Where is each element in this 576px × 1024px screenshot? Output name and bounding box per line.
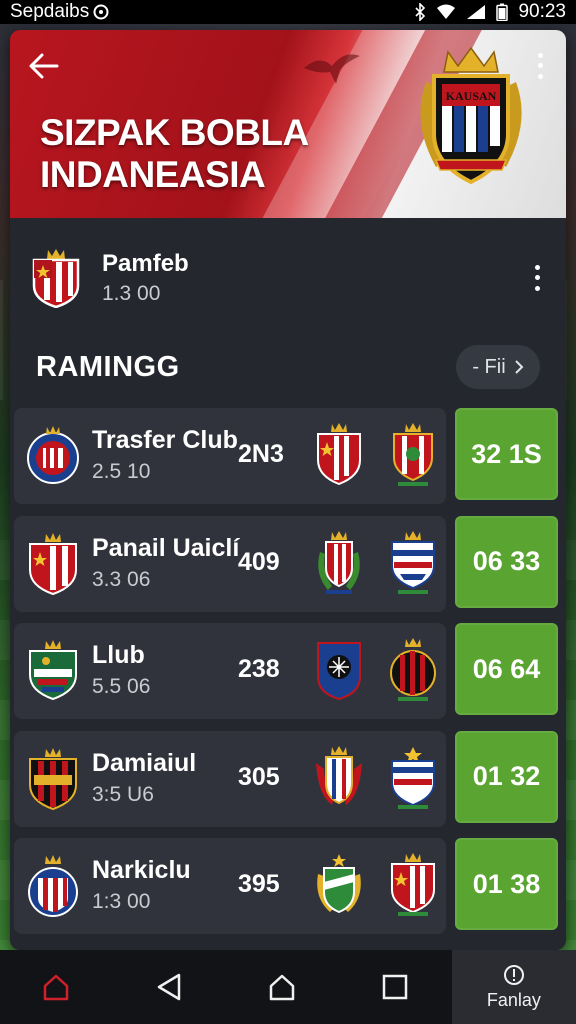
- more-dot-icon: [534, 275, 540, 281]
- square-recents-icon: [383, 974, 408, 1000]
- result-button[interactable]: 32 1S: [455, 408, 558, 500]
- nav-fanlay-button[interactable]: Fanlay: [451, 950, 576, 1024]
- result-button[interactable]: 01 32: [455, 730, 558, 823]
- nav-back-button[interactable]: [113, 950, 226, 1024]
- team-sub: 3:5 U6: [92, 782, 154, 806]
- team-name: Panail Uaiclí: [92, 533, 240, 562]
- featured-item[interactable]: Pamfeb 1.3 00: [10, 228, 566, 328]
- emblem-wing-shield-icon: [316, 745, 362, 805]
- list-item[interactable]: Damiaiul 3:5 U6 305 01 32: [14, 730, 560, 827]
- team-crest-icon: [29, 532, 77, 595]
- list-item[interactable]: Panail Uaiclí 3.3 06 409 06 33: [14, 515, 560, 612]
- home-outline-icon: [270, 974, 295, 1001]
- bottom-navigation: Fanlay: [0, 950, 576, 1024]
- status-app-name: Sepdaibs: [10, 1, 90, 22]
- status-bar: Sepdaibs 90:23: [0, 0, 576, 24]
- nav-home-button[interactable]: [0, 950, 113, 1024]
- hero-banner: SIZPAK BOBLA INDANEASIA KAUSAN: [10, 30, 566, 218]
- nav-recents-button[interactable]: [339, 950, 452, 1024]
- team-crest-icon: [28, 855, 78, 917]
- list-item[interactable]: Narkiclu 1:3 00 395 01 38: [14, 838, 560, 934]
- bird-silhouette-icon: [304, 54, 360, 84]
- result-button[interactable]: 06 64: [455, 623, 558, 715]
- home-icon: [44, 974, 69, 1001]
- more-dot-icon: [534, 286, 540, 292]
- crest-text: KAUSAN: [446, 89, 497, 103]
- team-sub: 2.5 10: [92, 460, 151, 483]
- emblem-navy-shield-icon: [317, 642, 361, 701]
- list-item[interactable]: Trasfer Club 2.5 10 2N3 32 1S: [14, 408, 560, 504]
- bluetooth-icon: [414, 3, 426, 21]
- emblem-red-shield-icon: [317, 423, 361, 486]
- ranking-header: RAMINGG - Fii: [10, 328, 566, 406]
- arrow-left-icon: [29, 53, 59, 79]
- team-score: 395: [238, 870, 280, 898]
- emblem-green-laurel-icon: [317, 854, 361, 914]
- signal-icon: [466, 4, 486, 20]
- nav-fanlay-label: Fanlay: [486, 989, 541, 1010]
- team-sub: 3.3 06: [92, 567, 151, 591]
- page-title: SIZPAK BOBLA INDANEASIA: [40, 112, 340, 196]
- wifi-icon: [436, 4, 456, 20]
- team-score: 409: [238, 547, 280, 576]
- status-time: 90:23: [518, 1, 566, 22]
- team-name: Trasfer Club: [92, 426, 238, 454]
- featured-text: Pamfeb 1.3 00: [102, 250, 189, 306]
- team-name: Narkiclu: [92, 856, 191, 884]
- more-dot-icon: [537, 74, 543, 80]
- filter-label: - Fii: [472, 355, 506, 378]
- team-sub: 5.5 06: [92, 675, 151, 698]
- team-sub: 1:3 00: [92, 890, 151, 913]
- emblem-red-shield-icon: [391, 853, 435, 916]
- filter-button[interactable]: - Fii: [456, 345, 540, 389]
- triangle-back-icon: [158, 973, 181, 1001]
- team-name: Llub: [92, 641, 145, 669]
- status-right: 90:23: [414, 1, 566, 23]
- team-crest-icon: [29, 640, 77, 701]
- team-crest-icon: [29, 747, 77, 810]
- list-item[interactable]: Llub 5.5 06 238 06 64: [14, 623, 560, 719]
- battery-icon: [496, 3, 509, 21]
- page-title-line2: INDANEASIA: [40, 154, 266, 195]
- chevron-right-icon: [514, 360, 524, 374]
- team-name: Damiaiul: [92, 748, 197, 777]
- back-button[interactable]: [26, 48, 62, 84]
- team-score: 2N3: [238, 440, 284, 468]
- emblem-blue-shield-icon: [391, 530, 435, 594]
- featured-name: Pamfeb: [102, 250, 189, 277]
- section-title: RAMINGG: [36, 350, 180, 383]
- team-score: 305: [238, 762, 280, 791]
- featured-sub: 1.3 00: [102, 282, 161, 305]
- page-title-line1: SIZPAK BOBLA: [40, 112, 309, 153]
- info-icon: [503, 964, 524, 985]
- settings-icon: [93, 4, 109, 20]
- ranking-list: Trasfer Club 2.5 10 2N3 32 1S Panail Uai…: [14, 408, 560, 946]
- team-crest-icon: [27, 426, 79, 484]
- featured-more-button[interactable]: [530, 262, 544, 294]
- app-card: SIZPAK BOBLA INDANEASIA KAUSAN Pamfeb 1.…: [10, 30, 566, 950]
- team-crest-icon: [32, 249, 80, 308]
- result-button[interactable]: 01 38: [455, 838, 558, 930]
- more-dot-icon: [537, 63, 543, 69]
- emblem-blue-shield-icon: [391, 746, 435, 809]
- result-button[interactable]: 06 33: [455, 515, 558, 608]
- league-crest-logo: KAUSAN: [420, 46, 522, 185]
- status-left: Sepdaibs: [10, 1, 109, 23]
- nav-system-home-button[interactable]: [226, 950, 339, 1024]
- team-score: 238: [238, 655, 280, 683]
- emblem-green-shield-icon: [393, 423, 433, 486]
- emblem-laurel-shield-icon: [318, 530, 360, 594]
- more-dot-icon: [534, 264, 540, 270]
- more-dot-icon: [537, 52, 543, 58]
- emblem-black-red-shield-icon: [390, 638, 436, 701]
